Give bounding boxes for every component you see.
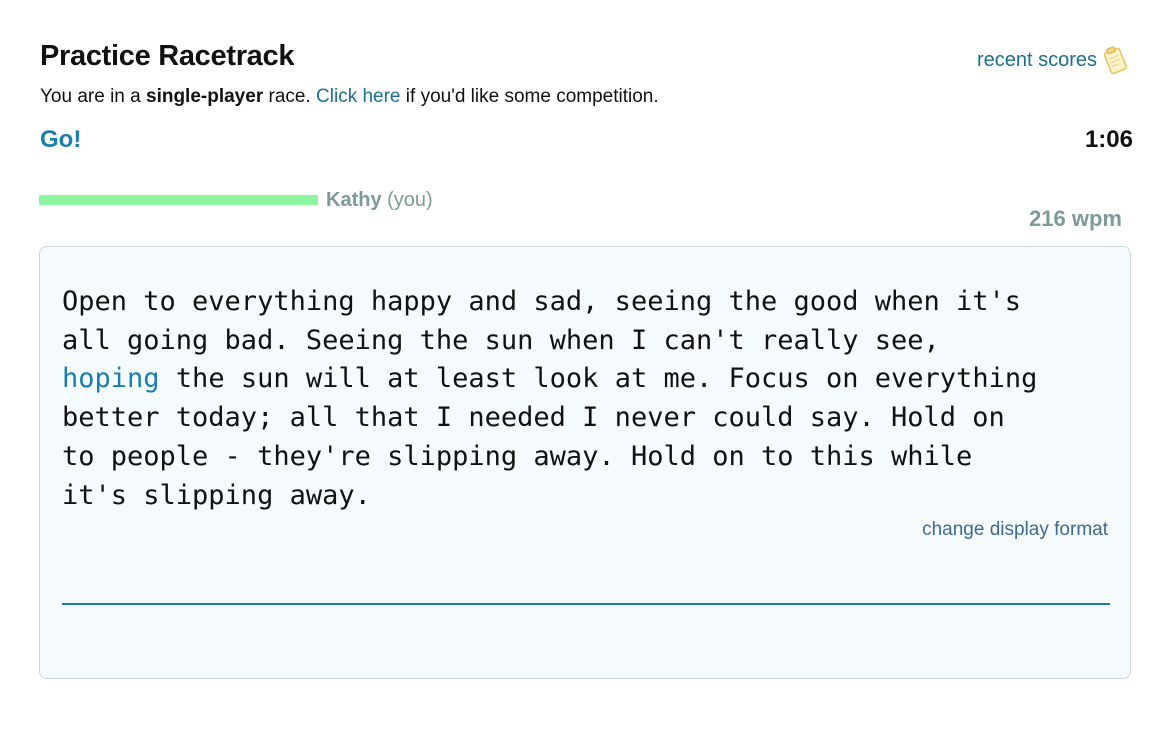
racer-label: Kathy (you) (326, 189, 433, 212)
competition-link[interactable]: Click here (316, 86, 400, 107)
typing-input[interactable] (62, 567, 1110, 605)
you-tag: (you) (387, 189, 433, 211)
subtitle-text: race. (263, 86, 317, 107)
passage-remaining: the sun will at least look at me. Focus … (62, 363, 1038, 511)
page-title: Practice Racetrack (40, 40, 295, 72)
subtitle-text: You are in a (40, 86, 146, 107)
race-timer: 1:06 (1084, 126, 1133, 153)
race-passage: Open to everything happy and sad, seeing… (62, 283, 1122, 515)
recent-scores-link[interactable]: recent scores (977, 49, 1097, 72)
wpm-display: 216 wpm (1029, 206, 1122, 231)
typing-panel: Open to everything happy and sad, seeing… (39, 246, 1131, 679)
clipboard-icon[interactable] (1101, 44, 1129, 76)
subtitle-text: if you'd like some competition. (400, 86, 659, 107)
change-display-format-link[interactable]: change display format (922, 519, 1108, 541)
passage-current-word: hoping (62, 363, 160, 395)
passage-typed: Open to everything happy and sad, seeing… (62, 286, 1022, 356)
racer-name: Kathy (326, 189, 382, 211)
race-mode: single-player (146, 86, 264, 107)
progress-bar (39, 195, 318, 205)
race-mode-info: You are in a single-player race. Click h… (40, 86, 659, 108)
recent-scores[interactable]: recent scores (977, 44, 1129, 76)
race-status: Go! (40, 126, 82, 153)
